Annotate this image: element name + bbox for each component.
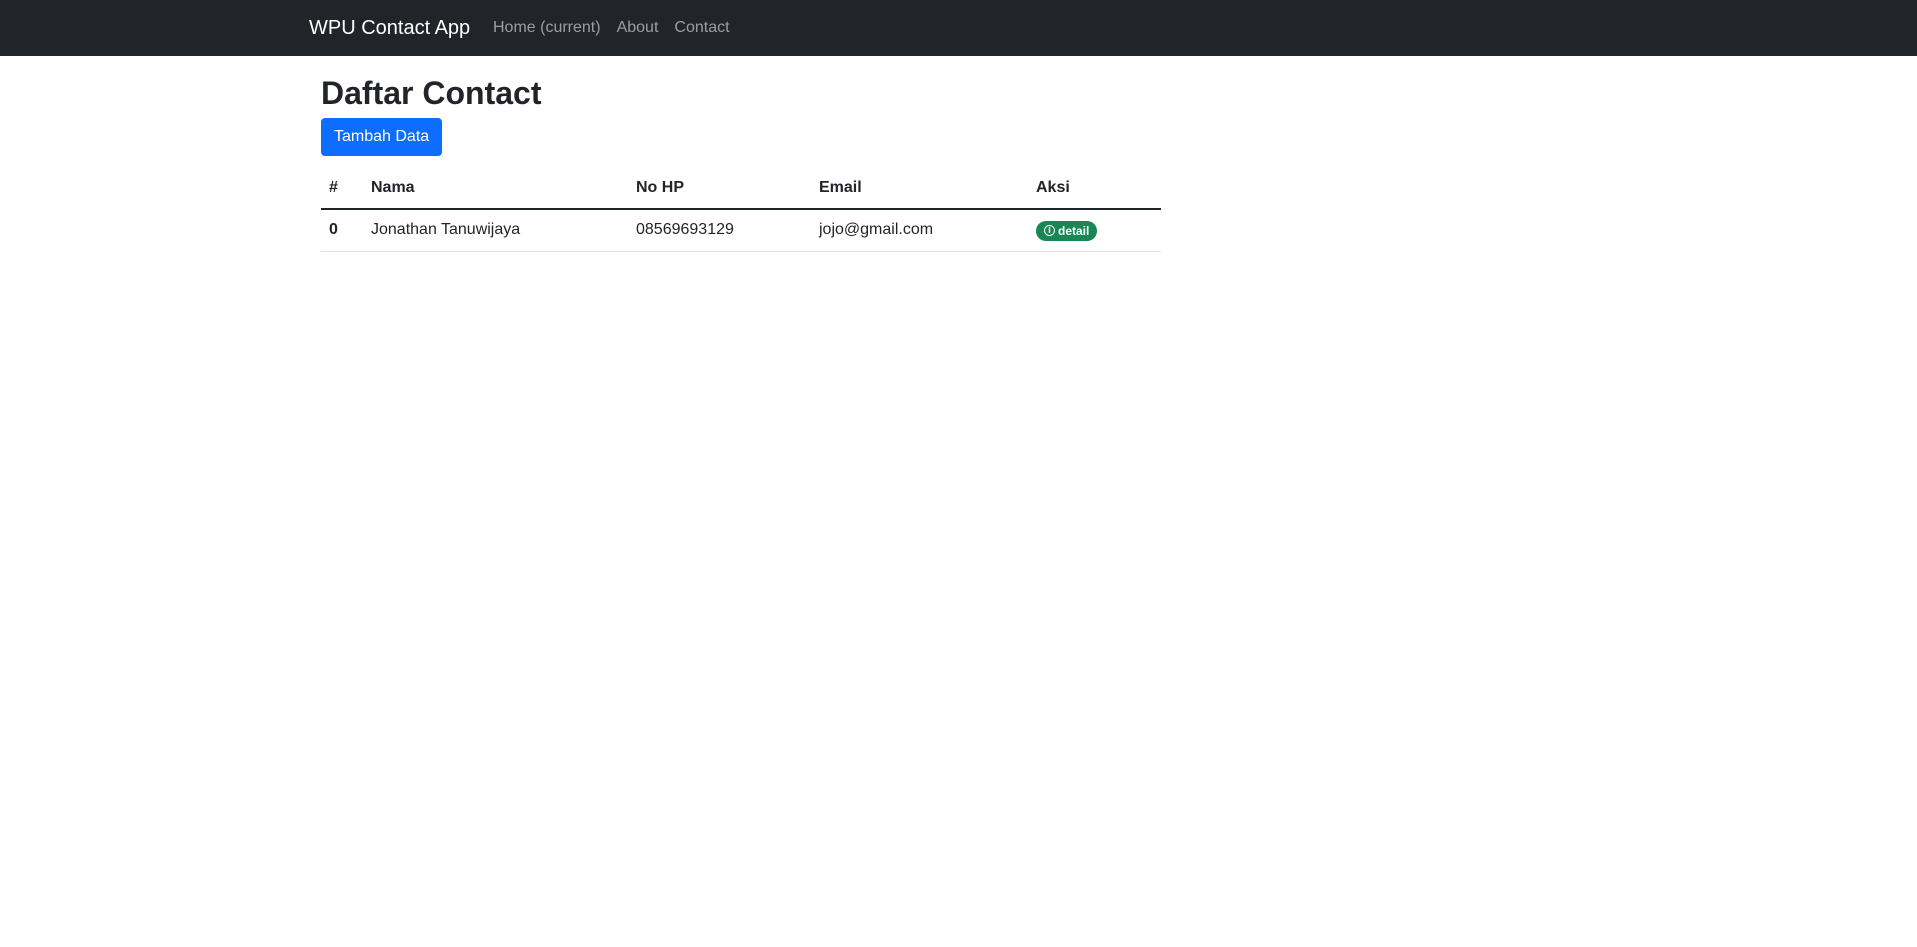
add-data-button[interactable]: Tambah Data [321,118,443,156]
cell-index: 0 [321,209,363,252]
table-body: 0 Jonathan Tanuwijaya 08569693129 jojo@g… [321,209,1161,252]
table-header: # Nama No HP Email Aksi [321,168,1161,210]
header-aksi: Aksi [1028,168,1161,210]
table-row: 0 Jonathan Tanuwijaya 08569693129 jojo@g… [321,209,1161,252]
cell-nohp: 08569693129 [628,209,811,252]
detail-button[interactable]: i detail [1036,220,1098,241]
nav-item-contact: Contact [674,18,729,38]
navbar-brand[interactable]: WPU Contact App [309,16,470,40]
nav-item-home: Home (current) [493,18,601,38]
main-container: Daftar Contact Tambah Data # Nama No HP … [321,56,1161,252]
nav-item-about: About [617,18,659,38]
nav-link-about[interactable]: About [617,19,659,36]
nav-links: Home (current) About Contact [493,18,730,38]
navbar: WPU Contact App Home (current) About Con… [0,0,1917,56]
header-index: # [321,168,363,210]
info-icon: i [1044,225,1055,237]
header-nama: Nama [363,168,628,210]
cell-aksi: i detail [1028,209,1161,252]
table-header-row: # Nama No HP Email Aksi [321,168,1161,210]
header-email: Email [811,168,1028,210]
cell-email: jojo@gmail.com [811,209,1028,252]
detail-label: detail [1058,223,1090,238]
nav-link-home[interactable]: Home (current) [493,19,601,36]
page-title: Daftar Contact [321,75,542,111]
cell-nama: Jonathan Tanuwijaya [363,209,628,252]
header-nohp: No HP [628,168,811,210]
nav-link-contact[interactable]: Contact [674,19,729,36]
contact-table: # Nama No HP Email Aksi 0 Jonathan Tanuw… [321,168,1161,252]
